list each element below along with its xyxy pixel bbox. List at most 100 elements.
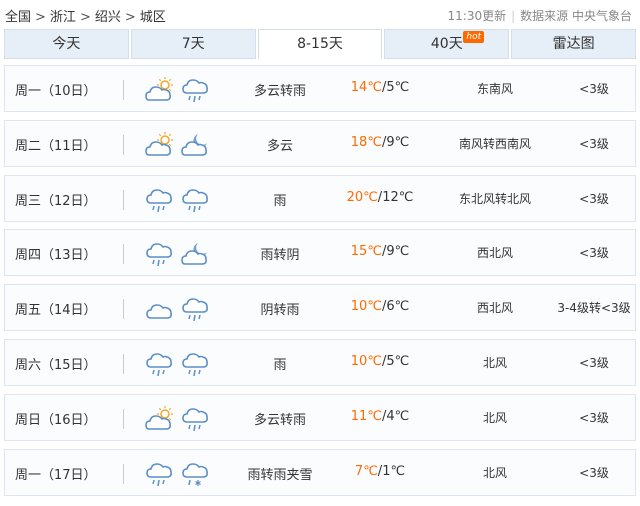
- wind-level: <3级: [579, 136, 609, 151]
- row-divider: [123, 134, 124, 155]
- temperature-range: 14℃/5℃: [350, 80, 410, 95]
- temp-high: 10℃: [350, 299, 382, 315]
- temp-low: 5℃: [386, 354, 410, 369]
- temp-low: 6℃: [386, 299, 410, 315]
- forecast-row: 周五（14日） 阴转雨 10℃/6℃ 西北风 3-4级转<3级: [4, 284, 636, 332]
- weather-icons: [145, 459, 215, 489]
- tab-label: 今天: [52, 36, 81, 52]
- temp-low: 9℃: [386, 244, 410, 260]
- wind-direction: 北风: [482, 356, 507, 370]
- temp-low: 5℃: [386, 80, 410, 95]
- temp-high: 20℃: [346, 189, 378, 205]
- day-label: 周四（13日）: [15, 248, 97, 264]
- hot-badge: hot: [463, 31, 485, 43]
- forecast-row: 周一（10日） 多云转雨 14℃/5℃ 东南风 <3级: [4, 65, 636, 112]
- temp-low: 1℃: [382, 463, 406, 479]
- wind-direction: 北风: [482, 410, 507, 425]
- breadcrumb-item-district: 城区: [139, 10, 166, 25]
- temp-high: 18℃: [350, 134, 382, 150]
- temperature-range: 18℃/9℃: [350, 134, 410, 150]
- forecast-row: 周四（13日） 雨转阴 15℃/9℃ 西北风 <3级: [4, 229, 636, 277]
- row-divider: [123, 299, 124, 320]
- day-label: 周三（12日）: [15, 193, 97, 209]
- tab-label: 7天: [181, 36, 205, 52]
- forecast-row: 周六（15日） 雨 10℃/5℃ 北风 <3级: [4, 339, 636, 386]
- row-divider: [123, 80, 124, 100]
- top-bar: 全国 > 浙江 > 绍兴 > 城区 11:30更新 | 数据来源 中央气象台: [0, 0, 640, 30]
- tab-8-15-days[interactable]: 8-15天: [257, 29, 383, 59]
- tab-40-days[interactable]: 40天 hot: [384, 29, 510, 59]
- day-label: 周日（16日）: [15, 412, 97, 428]
- data-source: 数据来源 中央气象台: [520, 9, 632, 23]
- tab-label: 40天: [430, 36, 463, 52]
- weather-description: 多云转雨: [253, 412, 306, 428]
- wind-direction: 北风: [482, 465, 507, 480]
- breadcrumb-separator: >: [79, 10, 91, 25]
- day-label: 周一（17日）: [15, 467, 97, 483]
- tab-label: 8-15天: [297, 36, 343, 52]
- tab-label: 雷达图: [552, 36, 595, 52]
- weather-icons: [145, 185, 215, 215]
- row-divider: [123, 463, 124, 484]
- tab-radar[interactable]: 雷达图: [511, 29, 636, 59]
- weather-icons: [145, 404, 215, 434]
- temp-low: 9℃: [386, 134, 410, 150]
- weather-description: 多云转雨: [253, 84, 306, 99]
- wind-level: <3级: [579, 82, 609, 96]
- day-label: 周五（14日）: [15, 303, 97, 319]
- row-divider: [123, 244, 124, 265]
- wind-direction: 西北风: [476, 246, 513, 261]
- temp-high: 14℃: [350, 80, 382, 95]
- update-time: 11:30更新: [447, 9, 507, 23]
- temperature-range: 10℃/6℃: [350, 299, 410, 315]
- weather-description: 雨: [273, 358, 287, 373]
- weather-description: 雨: [273, 193, 287, 209]
- forecast-row: 周日（16日） 多云转雨 11℃/4℃ 北风 <3级: [4, 393, 636, 441]
- temperature-range: 15℃/9℃: [350, 244, 410, 260]
- weather-icons: [145, 239, 215, 269]
- temperature-range: 11℃/4℃: [350, 408, 410, 424]
- breadcrumb-item-country[interactable]: 全国: [5, 6, 31, 25]
- wind-level: <3级: [579, 356, 609, 370]
- row-divider: [123, 408, 124, 429]
- wind-level: 3-4级转<3级: [557, 301, 631, 316]
- breadcrumb-separator: >: [35, 10, 46, 25]
- temperature-range: 20℃/12℃: [346, 189, 414, 205]
- wind-direction: 东北风转北风: [458, 191, 531, 206]
- wind-level: <3级: [579, 246, 609, 261]
- day-label: 周六（15日）: [15, 358, 97, 373]
- weather-icons: [145, 349, 215, 379]
- wind-direction: 南风转西南风: [458, 136, 531, 151]
- wind-level: <3级: [579, 191, 609, 206]
- tab-7-days[interactable]: 7天: [130, 29, 256, 59]
- wind-level: <3级: [579, 465, 609, 480]
- breadcrumb-item-province[interactable]: 浙江: [50, 6, 76, 25]
- forecast-row: 周一（17日） 雨转雨夹雪 7℃/1℃ 北风 <3级: [4, 448, 636, 496]
- weather-description: 雨转雨夹雪: [247, 467, 313, 483]
- temperature-range: 10℃/5℃: [350, 354, 410, 369]
- forecast-row: 周二（11日） 多云 18℃/9℃ 南风转西南风 <3级: [4, 119, 636, 167]
- weather-icons: [145, 130, 215, 160]
- weather-description: 多云: [266, 138, 293, 154]
- tab-today[interactable]: 今天: [4, 29, 129, 59]
- wind-direction: 西北风: [476, 301, 513, 316]
- breadcrumb-item-city[interactable]: 绍兴: [95, 6, 121, 25]
- meta-divider: |: [511, 9, 516, 23]
- temp-high: 7℃: [354, 463, 378, 479]
- weather-icons: [145, 75, 215, 105]
- breadcrumb-separator: >: [124, 10, 136, 25]
- update-meta: 11:30更新 | 数据来源 中央气象台: [448, 7, 632, 24]
- day-label: 周一（10日）: [15, 84, 97, 99]
- temperature-range: 7℃/1℃: [354, 463, 406, 479]
- day-label: 周二（11日）: [15, 138, 97, 154]
- wind-direction: 东南风: [476, 82, 513, 96]
- temp-high: 15℃: [350, 244, 382, 260]
- forecast-tabs: 今天 7天 8-15天 40天 hot 雷达图: [4, 29, 636, 59]
- row-divider: [123, 189, 124, 210]
- row-divider: [123, 354, 124, 374]
- temp-low: 12℃: [382, 189, 414, 205]
- weather-icons: [145, 294, 215, 324]
- breadcrumb: 全国 > 浙江 > 绍兴 > 城区: [5, 6, 166, 25]
- forecast-row: 周三（12日） 雨 20℃/12℃ 东北风转北风 <3级: [4, 174, 636, 222]
- wind-level: <3级: [579, 410, 609, 425]
